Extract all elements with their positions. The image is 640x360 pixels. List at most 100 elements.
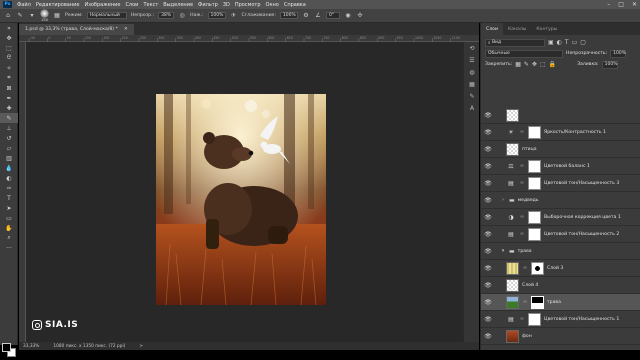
- lasso-tool-icon[interactable]: ᘓ: [0, 53, 18, 63]
- layer-thumbnail[interactable]: [506, 278, 519, 292]
- filter-smart-icon[interactable]: ▢: [580, 39, 586, 46]
- layer-name[interactable]: Слой 4: [522, 283, 538, 288]
- foreground-color-swatch[interactable]: [2, 343, 11, 352]
- layer-name[interactable]: Цветовой тон/Насыщенность 2: [544, 232, 619, 237]
- layer-row[interactable]: 👁 ▤ ∞ Цветовой тон/Насыщенность 2: [481, 226, 640, 243]
- properties-icon[interactable]: ☰: [464, 54, 480, 66]
- brush-settings-icon[interactable]: ▦: [53, 12, 61, 20]
- layer-row[interactable]: 👁 › ▬ медведь: [481, 192, 640, 209]
- layer-row[interactable]: 👁 ▤ ∞ Цветовой тон/Насыщенность 1: [481, 311, 640, 328]
- mask-link-icon[interactable]: ∞: [519, 129, 525, 135]
- menu-edit[interactable]: Редактирование: [36, 2, 80, 8]
- layer-opacity-field[interactable]: 100%: [610, 49, 627, 58]
- brush-tool-icon[interactable]: ✎: [16, 12, 24, 20]
- mask-link-icon[interactable]: ∞: [519, 163, 525, 169]
- smoothing-field[interactable]: 100%: [279, 12, 298, 19]
- tab-channels[interactable]: Каналы: [503, 23, 531, 35]
- horizontal-ruler[interactable]: -50 0 50 100 150 200 250 300 350 400 450 500 550 600 6…: [19, 35, 479, 42]
- layer-name[interactable]: трава: [518, 249, 532, 254]
- blur-tool-icon[interactable]: 💧: [0, 163, 18, 173]
- path-select-tool-icon[interactable]: ➤: [0, 203, 18, 213]
- layer-row[interactable]: 👁 ☀ ∞ Яркость/Контрастность 1: [481, 124, 640, 141]
- dodge-tool-icon[interactable]: ◐: [0, 173, 18, 183]
- history-icon[interactable]: ⟲: [464, 42, 480, 54]
- layer-row[interactable]: 👁 птица: [481, 141, 640, 158]
- layer-mask-thumbnail[interactable]: [528, 227, 541, 241]
- menu-filter[interactable]: Фильтр: [198, 2, 218, 8]
- layer-mask-thumbnail[interactable]: [531, 295, 544, 309]
- swatches-icon[interactable]: ▦: [464, 78, 480, 90]
- more-tools-icon[interactable]: ···: [0, 243, 18, 253]
- filter-shape-icon[interactable]: ▭: [572, 39, 578, 46]
- layer-mask-thumbnail[interactable]: [528, 159, 541, 173]
- brush-settings-icon[interactable]: ✎: [464, 90, 480, 102]
- mask-link-icon[interactable]: ∞: [522, 265, 528, 271]
- layer-thumbnail[interactable]: [506, 295, 519, 309]
- layer-row[interactable]: 👁 ▤ ∞ Цветовой тон/Насыщенность 3: [481, 175, 640, 192]
- maximize-button[interactable]: □: [618, 1, 624, 8]
- layer-name[interactable]: птица: [522, 147, 537, 152]
- airbrush-icon[interactable]: ✈: [230, 12, 238, 20]
- layer-thumbnail[interactable]: [506, 329, 519, 343]
- crop-tool-icon[interactable]: ⌗: [0, 73, 18, 83]
- visibility-eye-icon[interactable]: 👁: [484, 231, 492, 238]
- tab-paths[interactable]: Контуры: [531, 23, 562, 35]
- gear-icon[interactable]: ⚙: [302, 12, 310, 20]
- frame-tool-icon[interactable]: ⊠: [0, 83, 18, 93]
- character-icon[interactable]: A: [464, 102, 480, 114]
- visibility-eye-icon[interactable]: 👁: [484, 333, 492, 340]
- collapse-toolbar-icon[interactable]: »: [0, 23, 18, 33]
- pressure-opacity-icon[interactable]: ◎: [178, 12, 186, 20]
- visibility-eye-icon[interactable]: 👁: [484, 180, 492, 187]
- visibility-eye-icon[interactable]: 👁: [484, 214, 492, 221]
- mask-link-icon[interactable]: ∞: [519, 231, 525, 237]
- layer-thumbnail[interactable]: [506, 142, 519, 156]
- lock-transparency-icon[interactable]: ▦: [515, 61, 521, 68]
- mask-link-icon[interactable]: ∞: [519, 316, 525, 322]
- layer-row[interactable]: 👁: [481, 107, 640, 124]
- layer-name[interactable]: Цветовой тон/Насыщенность 1: [544, 317, 619, 322]
- mask-link-icon[interactable]: ∞: [519, 180, 525, 186]
- menu-window[interactable]: Окно: [266, 2, 279, 8]
- layer-name[interactable]: Слой 3: [547, 266, 563, 271]
- visibility-eye-icon[interactable]: 👁: [484, 299, 492, 306]
- menu-view[interactable]: Просмотр: [235, 2, 261, 8]
- layer-mask-thumbnail[interactable]: [528, 125, 541, 139]
- close-window-button[interactable]: ✕: [632, 1, 637, 8]
- flow-field[interactable]: 100%: [207, 12, 226, 19]
- menu-image[interactable]: Изображение: [84, 2, 120, 8]
- menu-file[interactable]: Файл: [17, 2, 31, 8]
- filter-pixel-icon[interactable]: ▣: [548, 39, 554, 46]
- artwork-canvas[interactable]: [156, 94, 326, 305]
- layer-row[interactable]: 👁 ◑ ∞ Выборочная коррекция цвета 1: [481, 209, 640, 226]
- eraser-tool-icon[interactable]: ▱: [0, 143, 18, 153]
- gradient-tool-icon[interactable]: ▥: [0, 153, 18, 163]
- home-icon[interactable]: ⌂: [4, 12, 12, 20]
- minimize-button[interactable]: –: [607, 1, 610, 8]
- visibility-eye-icon[interactable]: 👁: [484, 112, 492, 119]
- status-expand-arrow[interactable]: >: [139, 344, 143, 349]
- layer-row[interactable]: 👁 Слой 4: [481, 277, 640, 294]
- mask-link-icon[interactable]: ∞: [522, 299, 528, 305]
- fill-field[interactable]: 100%: [601, 60, 618, 69]
- pressure-size-icon[interactable]: ◉: [344, 12, 352, 20]
- layer-name[interactable]: Цветовой тон/Насыщенность 3: [544, 181, 619, 186]
- layer-name[interactable]: Яркость/Контрастность 1: [544, 130, 606, 135]
- mask-link-icon[interactable]: ∞: [519, 214, 525, 220]
- quick-select-tool-icon[interactable]: ✧: [0, 63, 18, 73]
- layer-row[interactable]: 👁 ⚖ ∞ Цветовой баланс 1: [481, 158, 640, 175]
- document-tab[interactable]: 1.psd @ 33,3% (трава, Слой-маска/8) * ✕: [19, 24, 134, 35]
- menu-help[interactable]: Справка: [284, 2, 306, 8]
- vertical-ruler[interactable]: [19, 42, 26, 342]
- opacity-field[interactable]: 38%: [158, 12, 175, 19]
- layer-mask-thumbnail[interactable]: [528, 312, 541, 326]
- chevron-right-icon[interactable]: ›: [500, 197, 506, 203]
- visibility-eye-icon[interactable]: 👁: [484, 129, 492, 136]
- menu-3d[interactable]: 3D: [223, 2, 230, 8]
- layer-row[interactable]: 👁 ∞ Слой 3: [481, 260, 640, 277]
- layer-name[interactable]: трава: [547, 300, 561, 305]
- color-swatches[interactable]: [2, 343, 16, 357]
- layer-thumbnail[interactable]: [506, 261, 519, 275]
- visibility-eye-icon[interactable]: 👁: [484, 248, 492, 255]
- healing-brush-tool-icon[interactable]: ✚: [0, 103, 18, 113]
